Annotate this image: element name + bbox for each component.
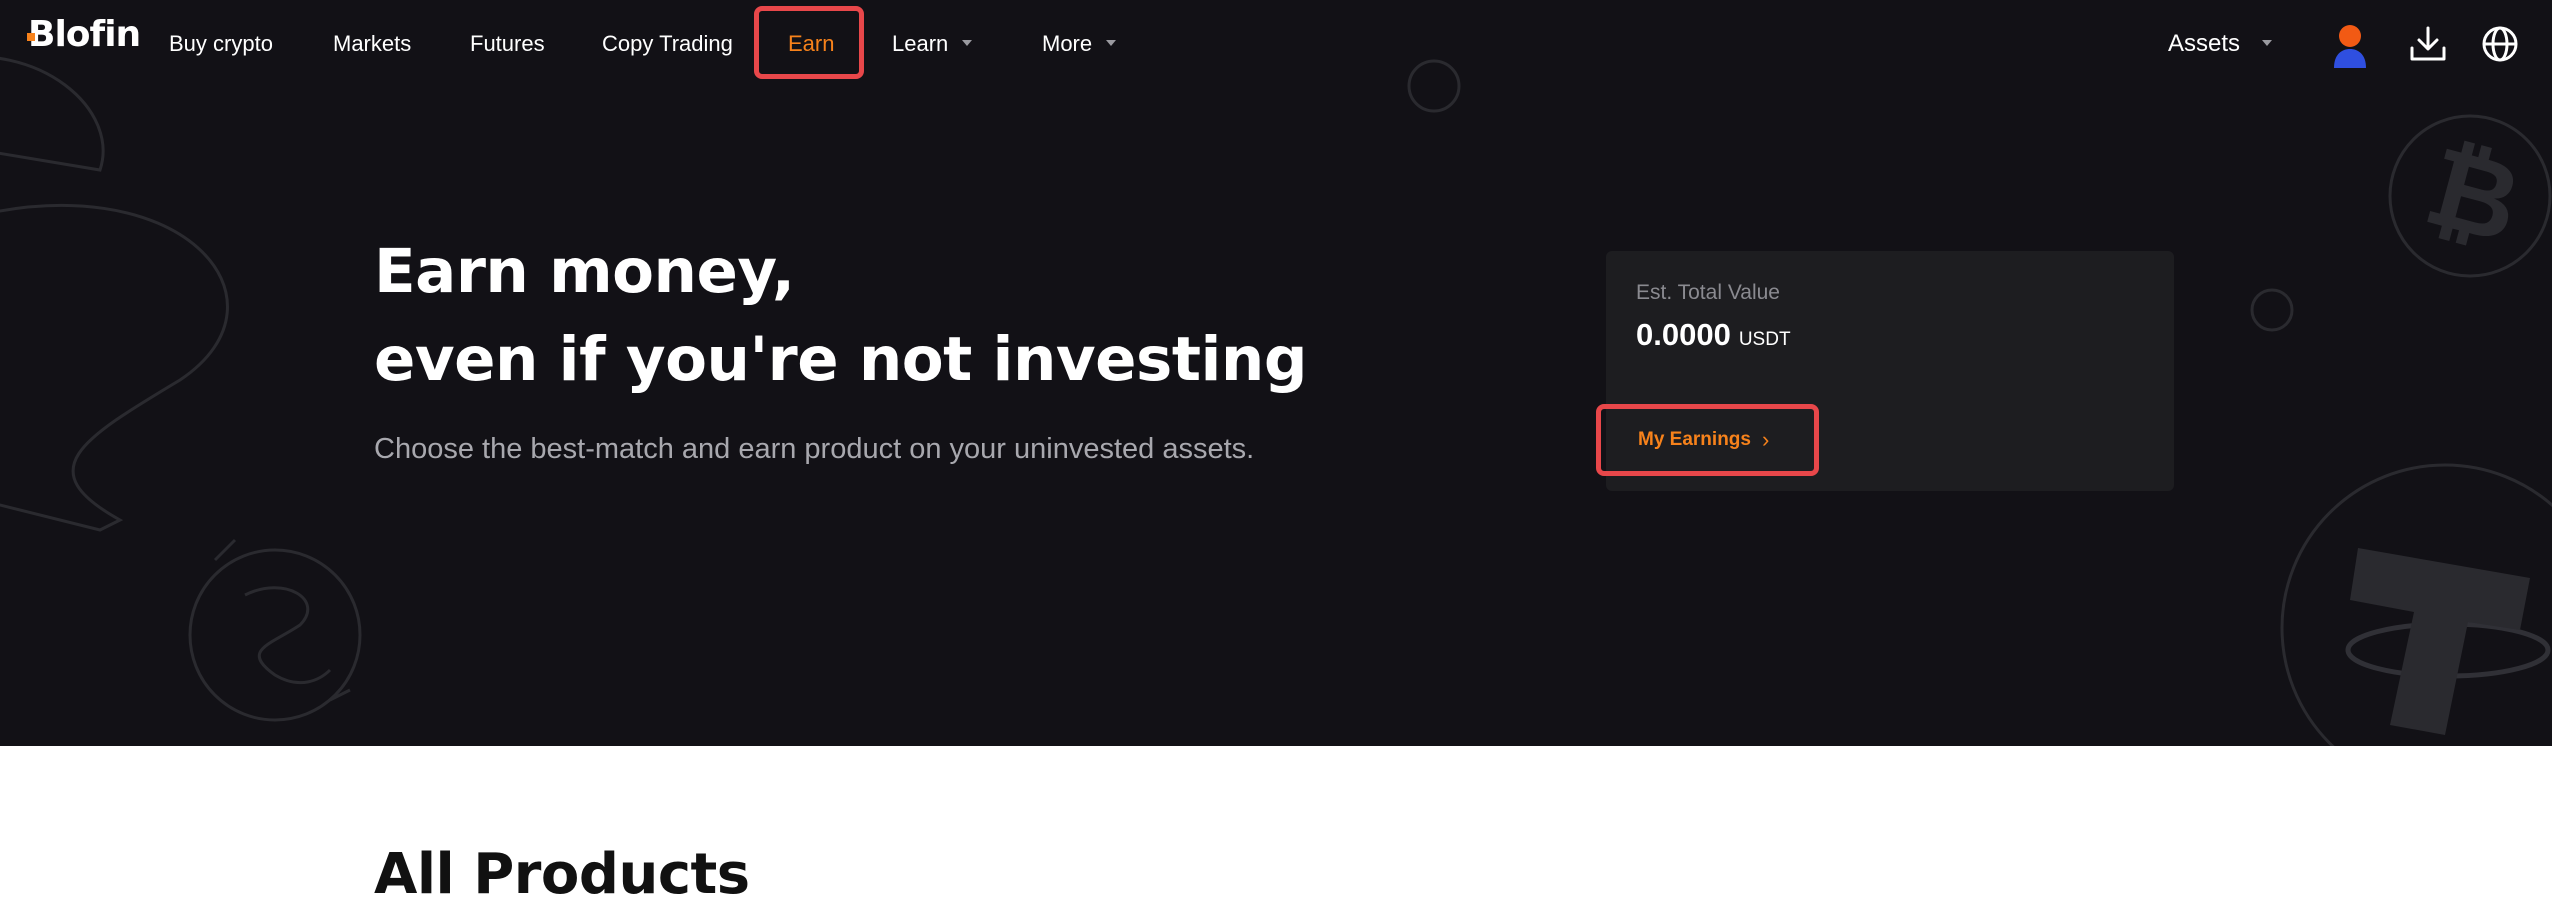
total-value-label: Est. Total Value — [1636, 281, 1780, 304]
my-earnings-label: My Earnings — [1638, 429, 1751, 450]
chevron-down-icon — [1106, 40, 1117, 47]
all-products-title: All Products — [374, 842, 750, 907]
top-navigation: Blofin Buy crypto Markets Futures Copy T… — [0, 0, 2552, 86]
hero-title: Earn money, even if you're not investing — [374, 228, 1308, 404]
svg-text:₿: ₿ — [2413, 121, 2533, 268]
total-value-unit: USDT — [1738, 329, 1791, 350]
hero-subtitle: Choose the best-match and earn product o… — [374, 433, 1255, 465]
nav-markets[interactable]: Markets — [333, 28, 411, 60]
chevron-down-icon — [2262, 39, 2273, 46]
hero-title-line-1: Earn money, — [374, 236, 795, 307]
tether-coin-icon — [2280, 463, 2552, 746]
total-value-amount: 0.0000 USDT — [1636, 317, 1791, 353]
hero-section: ₿ Blofin Buy crypto Markets Futures Copy… — [0, 0, 2552, 746]
blofin-logo[interactable]: Blofin — [28, 14, 141, 55]
dollar-sign-icon-large-mid — [0, 203, 229, 532]
my-earnings-button[interactable]: My Earnings › — [1604, 409, 1814, 471]
nav-assets[interactable]: Assets — [2168, 28, 2273, 60]
bitcoin-coin-icon — [2388, 114, 2552, 278]
nav-more-label: More — [1042, 31, 1093, 56]
download-icon[interactable] — [2406, 22, 2450, 66]
nav-assets-label: Assets — [2168, 30, 2241, 57]
nav-learn-label: Learn — [892, 31, 949, 56]
nav-learn[interactable]: Learn — [892, 28, 973, 60]
hero-title-line-2: even if you're not investing — [374, 324, 1308, 395]
total-value-number: 0.0000 — [1636, 317, 1731, 352]
chevron-right-icon: › — [1762, 427, 1770, 452]
nav-futures[interactable]: Futures — [470, 28, 545, 60]
nav-more[interactable]: More — [1042, 28, 1117, 60]
avatar-icon[interactable] — [2328, 22, 2372, 70]
nav-buy-crypto[interactable]: Buy crypto — [169, 28, 273, 60]
chevron-down-icon — [962, 40, 973, 47]
globe-icon[interactable] — [2478, 22, 2522, 66]
nav-earn[interactable]: Earn — [788, 28, 834, 60]
small-circle-icon-2 — [2250, 288, 2294, 332]
dollar-coin-icon — [188, 548, 362, 722]
nav-copy-trading[interactable]: Copy Trading — [602, 28, 733, 60]
